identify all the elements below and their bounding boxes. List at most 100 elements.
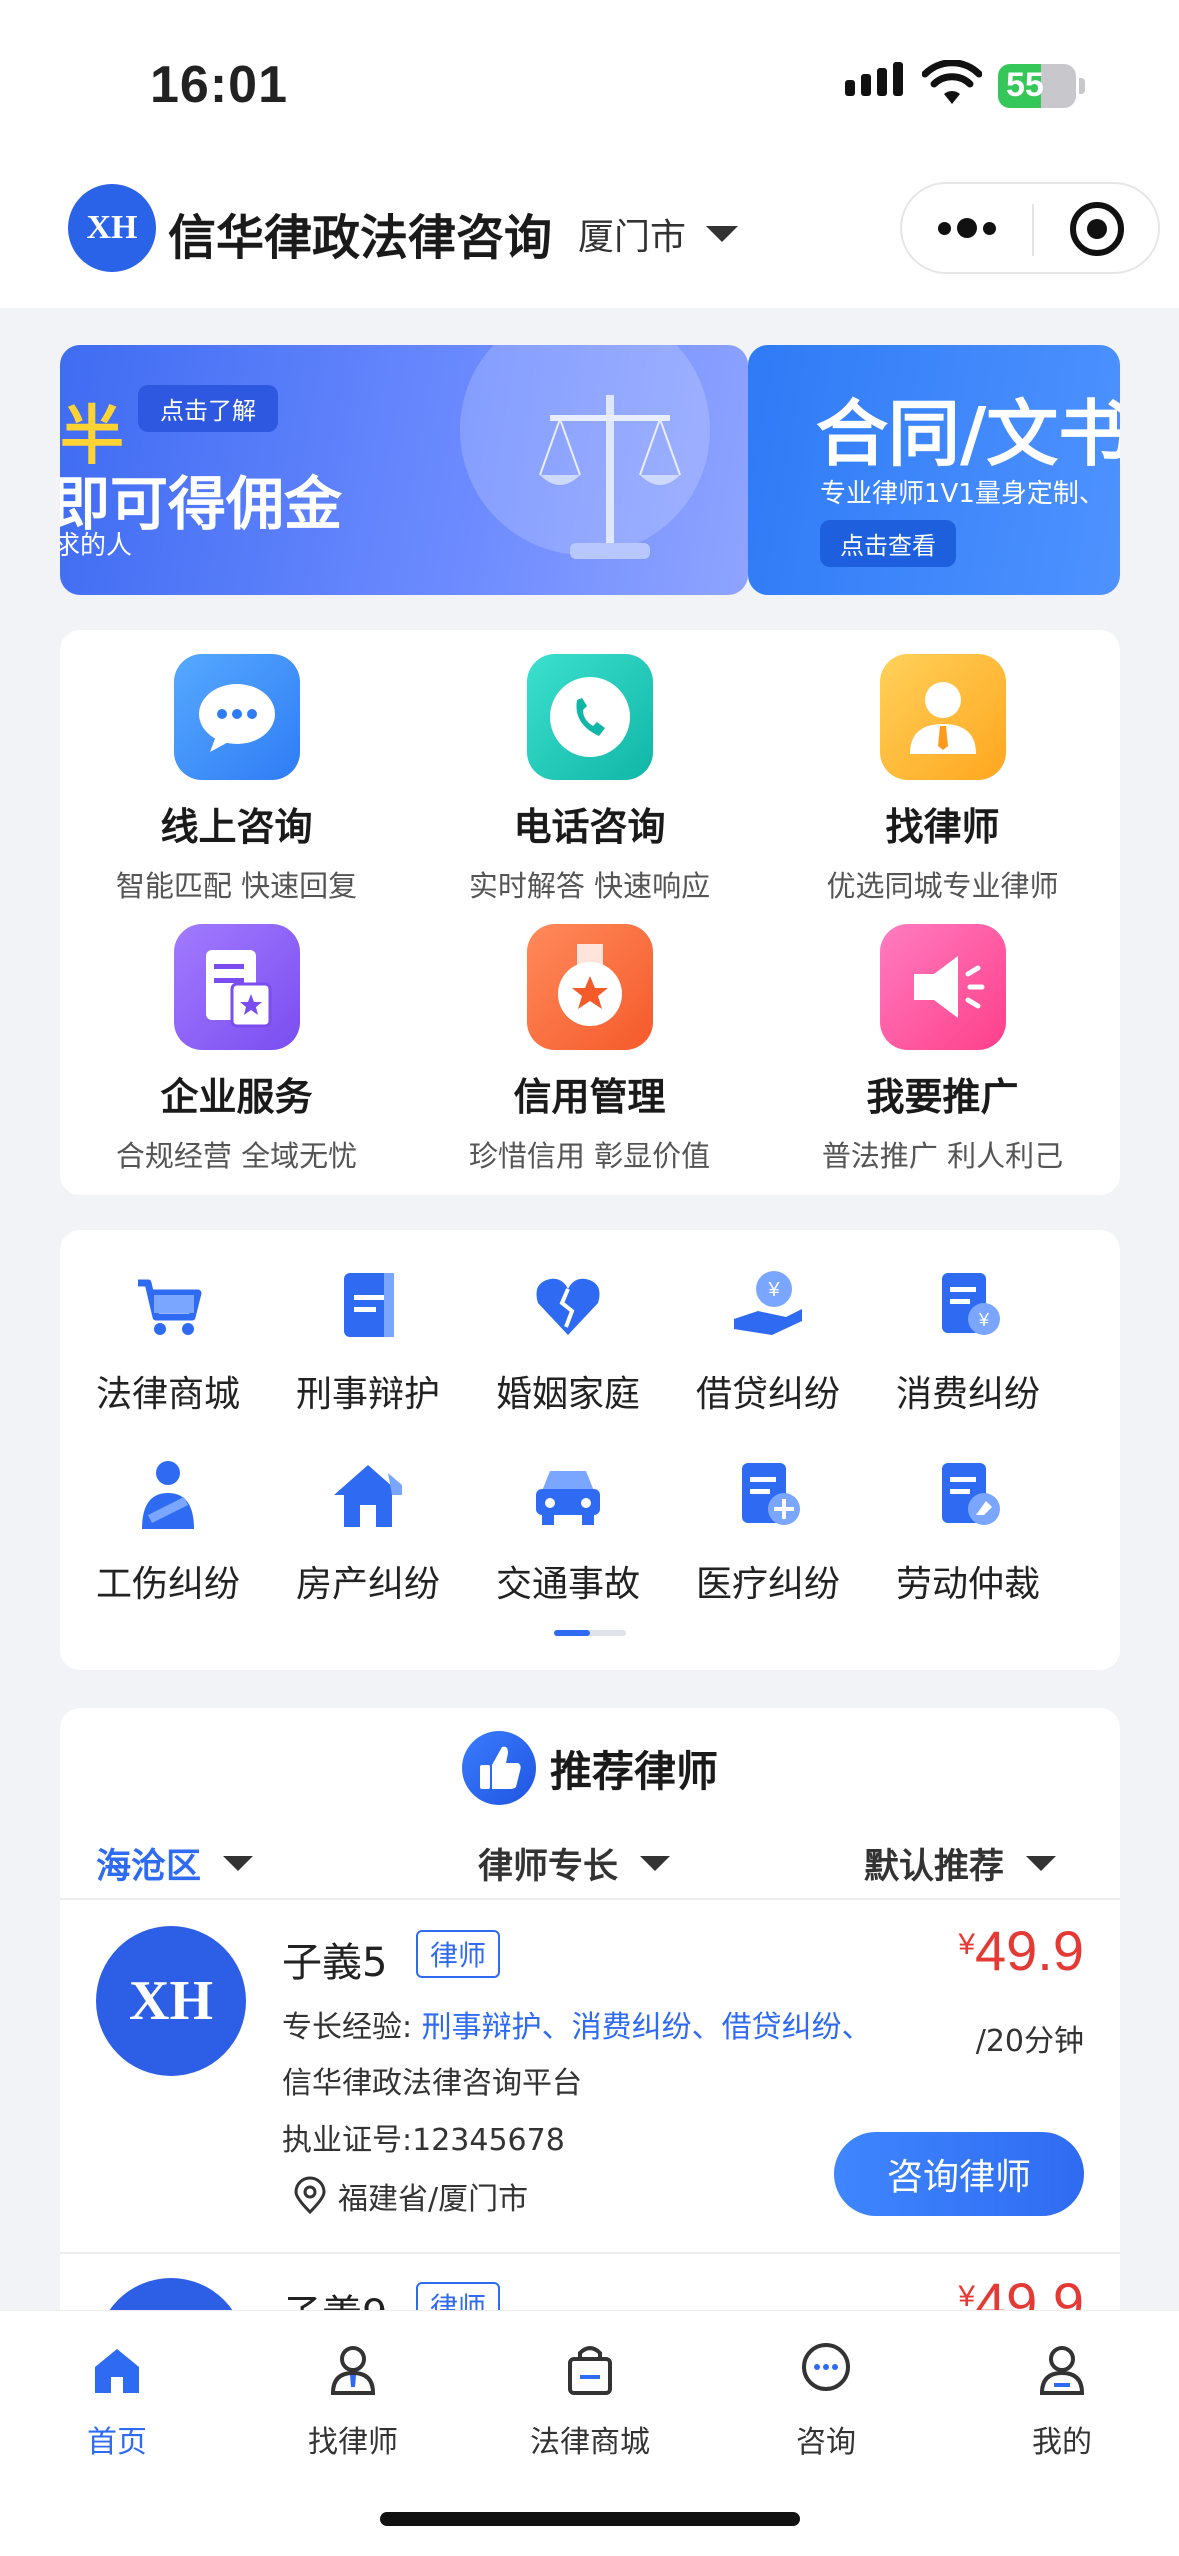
service-name: 线上咨询 (160, 805, 313, 849)
tab-label: 首页 (87, 2425, 147, 2460)
service-phone-consult[interactable]: 电话咨询 实时解答 快速响应 (413, 654, 766, 905)
category-label: 交通事故 (495, 1564, 640, 1605)
service-desc: 珍惜信用 彰显价值 (468, 1139, 711, 1173)
specialty-filter[interactable]: 律师专长 (478, 1838, 671, 1889)
tab-home[interactable]: 首页 (17, 2339, 217, 2461)
category-label: 工伤纠纷 (95, 1564, 240, 1605)
category-label: 消费纠纷 (895, 1374, 1040, 1415)
tab-find-lawyer[interactable]: 找律师 (253, 2339, 453, 2461)
tab-label: 我的 (1032, 2425, 1092, 2460)
price-unit: /20分钟 (975, 2024, 1084, 2059)
category-label: 法律商城 (95, 1374, 240, 1415)
service-online-consult[interactable]: 线上咨询 智能匹配 快速回复 (60, 654, 413, 905)
category-item[interactable]: 医疗纠纷 (668, 1455, 868, 1607)
lawyer-person-icon (879, 654, 1006, 780)
services-card: 线上咨询 智能匹配 快速回复 电话咨询 实时解答 快速响应 找律师 优选同城专业… (60, 630, 1120, 1195)
category-label: 刑事辩护 (295, 1374, 440, 1415)
mini-program-capsule (900, 182, 1160, 274)
category-item[interactable]: 刑事辩护 (268, 1265, 468, 1417)
tab-consult[interactable]: 咨询 (726, 2339, 926, 2461)
service-find-lawyer[interactable]: 找律师 优选同城专业律师 (766, 654, 1119, 905)
category-label: 医疗纠纷 (695, 1564, 840, 1605)
service-enterprise[interactable]: 企业服务 合规经营 全域无忧 (60, 924, 413, 1175)
category-item[interactable]: 房产纠纷 (268, 1455, 468, 1607)
app-title: 信华律政法律咨询 (168, 210, 553, 266)
recommended-lawyers-card: 推荐律师 海沧区 律师专长 默认推荐 XH 子義5 律师 ¥49.9 /20分钟… (60, 1708, 1120, 2408)
broken-heart-icon (536, 1278, 600, 1335)
close-target-icon[interactable] (1070, 202, 1124, 256)
service-promote[interactable]: 我要推广 普法推广 利人利己 (766, 924, 1119, 1175)
service-name: 信用管理 (513, 1075, 666, 1119)
lawyer-icon (330, 2346, 376, 2395)
page-indicator (554, 1630, 626, 1636)
shopping-bag-icon (568, 2346, 612, 2395)
tab-label: 法律商城 (530, 2425, 650, 2460)
service-credit[interactable]: 信用管理 珍惜信用 彰显价值 (413, 924, 766, 1175)
tab-legal-mall[interactable]: 法律商城 (490, 2339, 690, 2461)
lawyer-price: ¥49.9 (958, 1919, 1084, 1982)
category-label: 借贷纠纷 (695, 1374, 840, 1415)
lawyer-name: 子義5 (282, 1940, 388, 1986)
category-item[interactable]: ¥ 借贷纠纷 (668, 1265, 868, 1417)
receipt-yen-icon: ¥ (942, 1273, 1000, 1335)
district-filter-label: 海沧区 (96, 1847, 202, 1887)
categories-card: 法律商城 刑事辩护 婚姻家庭 ¥ 借贷纠纷 ¥ 消费纠纷 工伤纠纷 房产纠纷 交… (60, 1230, 1120, 1670)
category-item[interactable]: 法律商城 (68, 1265, 268, 1417)
category-item[interactable]: 交通事故 (468, 1455, 668, 1607)
sort-filter[interactable]: 默认推荐 (864, 1838, 1057, 1889)
promo-banner[interactable]: 半 点击了解 即可得佣金 求的人 (60, 345, 748, 595)
category-item[interactable]: ¥ 消费纠纷 (868, 1265, 1068, 1417)
medical-doc-icon (742, 1463, 800, 1525)
category-label: 房产纠纷 (295, 1564, 440, 1605)
banner2-subtitle: 专业律师1V1量身定制、 (820, 479, 1105, 509)
wifi-icon (922, 60, 982, 104)
category-label: 婚姻家庭 (495, 1374, 640, 1415)
consult-lawyer-button[interactable]: 咨询律师 (834, 2132, 1084, 2216)
injured-person-icon (142, 1461, 194, 1529)
service-name: 我要推广 (866, 1075, 1019, 1119)
book-icon (344, 1273, 394, 1337)
service-desc: 合规经营 全域无忧 (115, 1139, 358, 1173)
category-item[interactable]: 婚姻家庭 (468, 1265, 668, 1417)
battery-level: 55 (1006, 66, 1044, 104)
status-bar: 16:01 55 (0, 0, 1179, 160)
app-header: XH 信华律政法律咨询 厦门市 (0, 160, 1179, 308)
service-name: 找律师 (885, 805, 1000, 849)
more-icon[interactable] (938, 218, 996, 238)
contract-banner[interactable]: 合同/文书 专业律师1V1量身定制、 点击查看 (748, 345, 1120, 595)
chevron-down-icon (640, 1856, 671, 1871)
medal-icon (526, 924, 653, 1050)
tab-mine[interactable]: 我的 (962, 2339, 1162, 2461)
banner-learn-more-button[interactable]: 点击了解 (138, 385, 278, 432)
banner2-title: 合同/文书 (816, 392, 1120, 476)
phone-icon (526, 654, 653, 780)
chevron-down-icon[interactable] (706, 226, 738, 242)
service-desc: 实时解答 快速响应 (468, 869, 711, 903)
category-item[interactable]: 工伤纠纷 (68, 1455, 268, 1607)
service-desc: 普法推广 利人利己 (821, 1139, 1064, 1173)
yen-hand-icon: ¥ (734, 1271, 802, 1335)
battery-icon: 55 (998, 64, 1076, 108)
lawyer-license: 执业证号:12345678 (282, 2123, 565, 2158)
city-selector[interactable]: 厦门市 (578, 208, 686, 260)
category-item[interactable]: 劳动仲裁 (868, 1455, 1068, 1607)
banner2-view-button[interactable]: 点击查看 (820, 520, 956, 567)
banner-subtitle: 求的人 (60, 531, 133, 561)
tab-label: 咨询 (796, 2425, 856, 2460)
user-icon (1039, 2346, 1085, 2395)
service-name: 电话咨询 (513, 805, 666, 849)
category-label: 劳动仲裁 (895, 1564, 1040, 1605)
service-desc: 智能匹配 快速回复 (115, 869, 358, 903)
car-icon (536, 1471, 600, 1525)
home-icon (95, 2349, 139, 2393)
lawyer-location: 福建省/厦门市 (290, 2174, 528, 2218)
avatar: XH (96, 1926, 246, 2076)
district-filter[interactable]: 海沧区 (96, 1838, 254, 1889)
thumbs-up-icon (461, 1731, 536, 1805)
svg-text:¥: ¥ (978, 1310, 990, 1330)
labor-doc-icon (942, 1463, 1000, 1525)
service-desc: 优选同城专业律师 (826, 869, 1059, 903)
cellular-signal-icon (845, 62, 903, 96)
home-indicator (380, 2512, 800, 2526)
brand-logo: XH (68, 184, 156, 272)
